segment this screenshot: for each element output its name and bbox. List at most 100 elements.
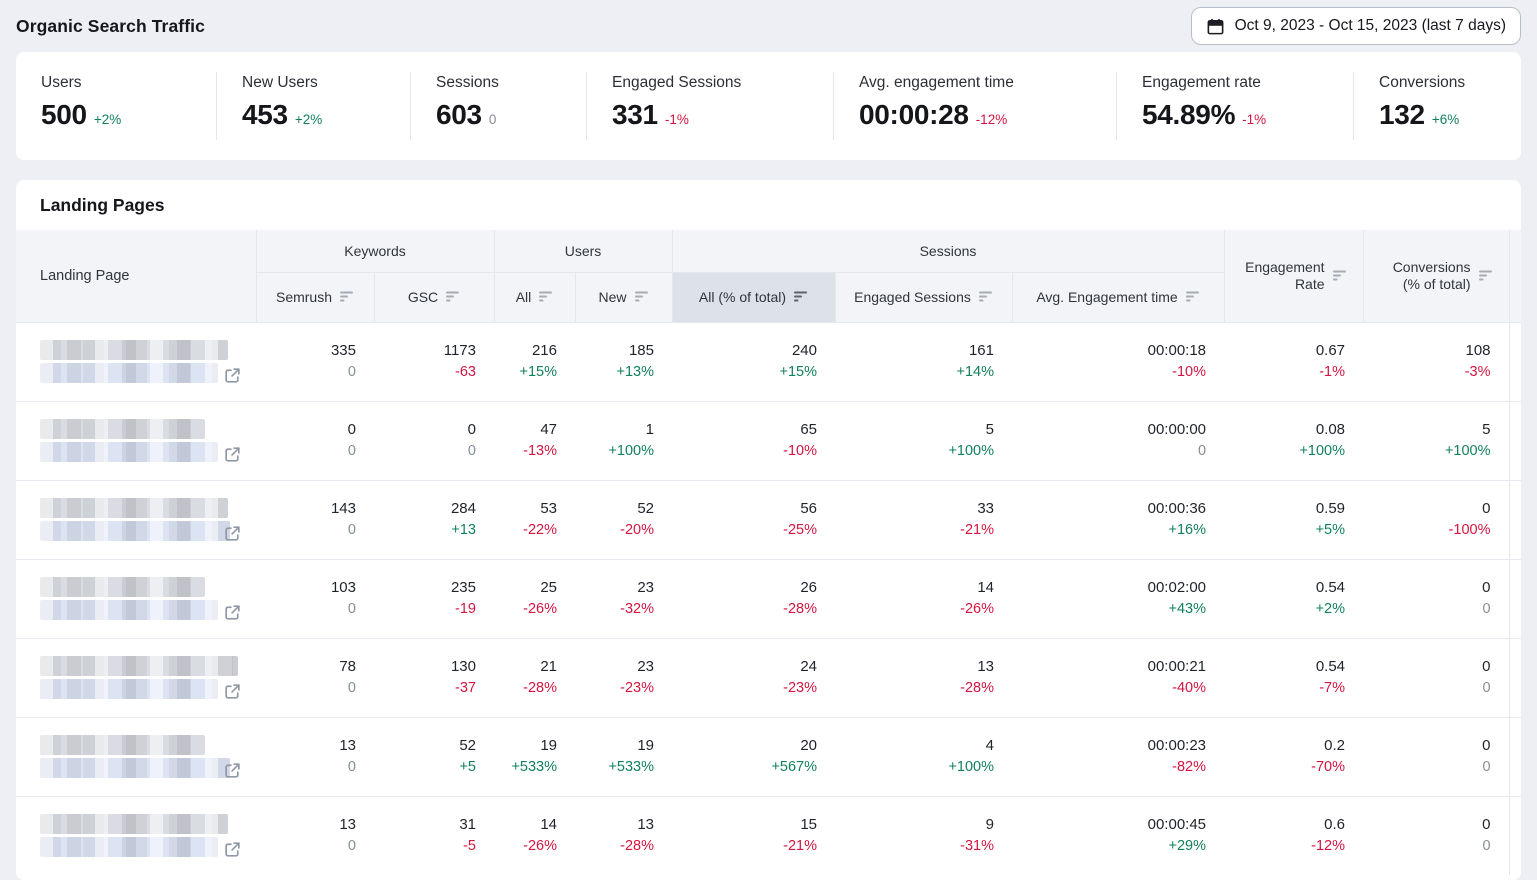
cell-sessions-all: 240+15% xyxy=(672,322,835,401)
external-link-icon[interactable] xyxy=(223,445,242,464)
cell-gsc-keywords[interactable]: 284+13 xyxy=(374,480,494,559)
cell-sessions-all: 26-28% xyxy=(672,559,835,638)
landing-page-blurred-url xyxy=(40,679,218,699)
external-link-icon[interactable] xyxy=(223,366,242,385)
delta: -82% xyxy=(1012,757,1206,778)
group-header-users: Users xyxy=(494,230,672,272)
column-header-engagement-rate[interactable]: Engagement Rate xyxy=(1224,230,1363,322)
column-header-avg-engagement-time[interactable]: Avg. Engagement time xyxy=(1012,272,1224,322)
table-row: 1030 235-19 25-26% 23-32% 26-28% 14-26% … xyxy=(16,559,1521,638)
keyword-count-link[interactable]: 0 xyxy=(374,419,476,441)
cell-users-all: 53-22% xyxy=(494,480,575,559)
calendar-icon xyxy=(1206,17,1225,36)
external-link-icon[interactable] xyxy=(223,840,242,859)
value: 00:00:45 xyxy=(1012,814,1206,836)
cell-users-all: 21-28% xyxy=(494,638,575,717)
column-header-users-new[interactable]: New xyxy=(575,272,672,322)
sort-icon[interactable] xyxy=(1333,268,1347,284)
cell-semrush-keywords[interactable]: 780 xyxy=(256,638,374,717)
delta: -12% xyxy=(1224,836,1345,857)
group-header-keywords: Keywords xyxy=(256,230,494,272)
cell-gsc-keywords[interactable]: 235-19 xyxy=(374,559,494,638)
top-bar: Organic Search Traffic Oct 9, 2023 - Oct… xyxy=(16,0,1521,52)
delta: +43% xyxy=(1012,599,1206,620)
landing-pages-title: Landing Pages xyxy=(16,180,1521,230)
keyword-count-link[interactable]: 143 xyxy=(256,498,356,520)
sort-icon[interactable] xyxy=(635,289,649,305)
sort-icon[interactable] xyxy=(446,289,460,305)
external-link-icon[interactable] xyxy=(223,682,242,701)
next-column-sliver xyxy=(1509,230,1521,322)
sort-icon[interactable] xyxy=(979,289,993,305)
keyword-count-link[interactable]: 78 xyxy=(256,656,356,678)
cell-sessions-all: 20+567% xyxy=(672,717,835,796)
cell-semrush-keywords[interactable]: 130 xyxy=(256,717,374,796)
cell-semrush-keywords[interactable]: 3350 xyxy=(256,322,374,401)
stat-delta: -1% xyxy=(1242,112,1266,127)
value: 0.6 xyxy=(1224,814,1345,836)
column-header-engaged-sessions[interactable]: Engaged Sessions xyxy=(835,272,1012,322)
external-link-icon[interactable] xyxy=(223,524,242,543)
cell-users-all: 14-26% xyxy=(494,796,575,875)
column-header-gsc[interactable]: GSC xyxy=(374,272,494,322)
landing-page-cell[interactable] xyxy=(16,401,256,480)
external-link-icon[interactable] xyxy=(223,761,242,780)
value: 33 xyxy=(835,498,994,520)
delta: -20% xyxy=(575,520,654,541)
landing-page-cell[interactable] xyxy=(16,796,256,875)
keyword-count-link[interactable]: 284 xyxy=(374,498,476,520)
keyword-count-link[interactable]: 235 xyxy=(374,577,476,599)
keyword-count-link[interactable]: 130 xyxy=(374,656,476,678)
column-header-users-all[interactable]: All xyxy=(494,272,575,322)
cell-semrush-keywords[interactable]: 130 xyxy=(256,796,374,875)
landing-page-blurred-title xyxy=(40,577,205,597)
external-link-icon[interactable] xyxy=(223,603,242,622)
sort-icon[interactable] xyxy=(539,289,553,305)
landing-page-cell[interactable] xyxy=(16,638,256,717)
delta: -7% xyxy=(1224,678,1345,699)
keyword-count-link[interactable]: 103 xyxy=(256,577,356,599)
sort-icon[interactable] xyxy=(1479,268,1493,284)
delta: 0 xyxy=(374,441,476,462)
landing-page-cell[interactable] xyxy=(16,480,256,559)
cell-semrush-keywords[interactable]: 1030 xyxy=(256,559,374,638)
landing-page-cell[interactable] xyxy=(16,322,256,401)
keyword-count-link[interactable]: 13 xyxy=(256,735,356,757)
cell-gsc-keywords[interactable]: 130-37 xyxy=(374,638,494,717)
column-header-conversions[interactable]: Conversions (% of total) xyxy=(1363,230,1509,322)
sort-icon[interactable] xyxy=(794,289,808,305)
delta: -3% xyxy=(1363,362,1491,383)
keyword-count-link[interactable]: 1173 xyxy=(374,340,476,362)
cell-sessions-all: 15-21% xyxy=(672,796,835,875)
keyword-count-link[interactable]: 335 xyxy=(256,340,356,362)
cell-semrush-keywords[interactable]: 1430 xyxy=(256,480,374,559)
cell-avg-engagement-time: 00:00:21-40% xyxy=(1012,638,1224,717)
value: 0 xyxy=(1363,814,1491,836)
cell-semrush-keywords[interactable]: 00 xyxy=(256,401,374,480)
value: 108 xyxy=(1363,340,1491,362)
delta: 0 xyxy=(1363,678,1491,699)
cell-gsc-keywords[interactable]: 00 xyxy=(374,401,494,480)
sort-icon[interactable] xyxy=(1186,289,1200,305)
landing-page-cell[interactable] xyxy=(16,559,256,638)
keyword-count-link[interactable]: 52 xyxy=(374,735,476,757)
cell-gsc-keywords[interactable]: 31-5 xyxy=(374,796,494,875)
cell-gsc-keywords[interactable]: 52+5 xyxy=(374,717,494,796)
cell-conversions: 108-3% xyxy=(1363,322,1509,401)
value: 14 xyxy=(835,577,994,599)
sort-icon[interactable] xyxy=(340,289,354,305)
column-header-sessions-all[interactable]: All (% of total) xyxy=(672,272,835,322)
keyword-count-link[interactable]: 31 xyxy=(374,814,476,836)
delta: -26% xyxy=(835,599,994,620)
delta: +100% xyxy=(1363,441,1491,462)
keyword-count-link[interactable]: 13 xyxy=(256,814,356,836)
value: 24 xyxy=(672,656,817,678)
date-range-picker[interactable]: Oct 9, 2023 - Oct 15, 2023 (last 7 days) xyxy=(1191,7,1521,45)
landing-page-cell[interactable] xyxy=(16,717,256,796)
engagement-rate-label-line2: Rate xyxy=(1295,276,1325,292)
cell-gsc-keywords[interactable]: 1173-63 xyxy=(374,322,494,401)
column-header-semrush[interactable]: Semrush xyxy=(256,272,374,322)
value: 185 xyxy=(575,340,654,362)
keyword-count-link[interactable]: 0 xyxy=(256,419,356,441)
sub-column-label: All (% of total) xyxy=(699,289,786,305)
